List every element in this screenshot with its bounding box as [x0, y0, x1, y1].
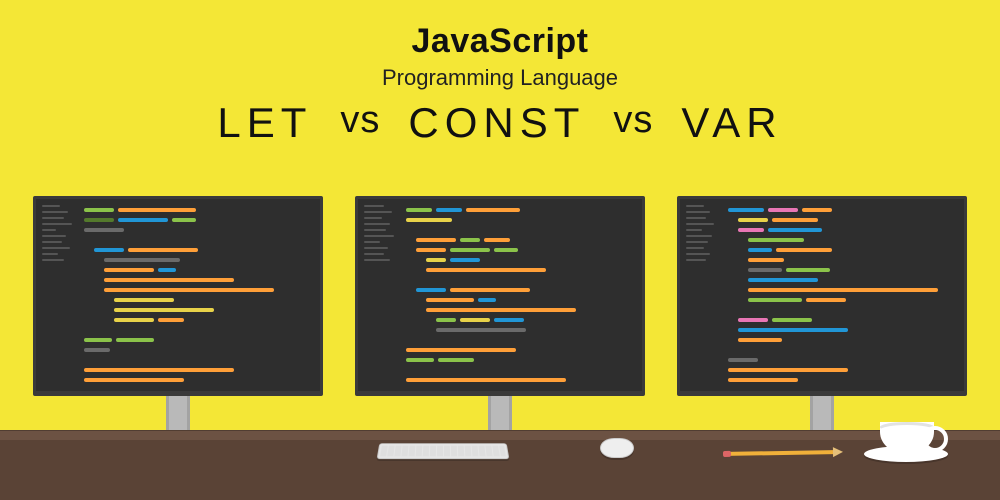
- monitor-stand-icon: [166, 396, 190, 430]
- line-numbers-icon: [686, 205, 720, 265]
- monitors-row: [0, 196, 1000, 438]
- vs-1: vs: [340, 99, 380, 147]
- keyboard-icon: [377, 443, 510, 459]
- screen-left: [33, 196, 323, 396]
- code-block: [728, 205, 954, 385]
- mouse-icon: [600, 438, 634, 458]
- page-title: JavaScript: [0, 22, 1000, 61]
- page-subtitle: Programming Language: [0, 65, 1000, 91]
- keyword-let: LET: [217, 99, 312, 147]
- screen-center: [355, 196, 645, 396]
- keyword-var: VAR: [681, 99, 782, 147]
- screen-right: [677, 196, 967, 396]
- monitor-stand-icon: [810, 396, 834, 430]
- code-block: [84, 205, 310, 385]
- keyword-const: CONST: [408, 99, 585, 147]
- monitor-center: [355, 196, 645, 438]
- desk-surface: [0, 430, 1000, 440]
- line-numbers-icon: [364, 205, 398, 265]
- monitor-right: [677, 196, 967, 438]
- code-block: [406, 205, 632, 385]
- line-numbers-icon: [42, 205, 76, 265]
- keywords-row: LET vs CONST vs VAR: [0, 99, 1000, 147]
- monitor-left: [33, 196, 323, 438]
- vs-2: vs: [613, 99, 653, 147]
- header: JavaScript Programming Language LET vs C…: [0, 0, 1000, 147]
- monitor-stand-icon: [488, 396, 512, 430]
